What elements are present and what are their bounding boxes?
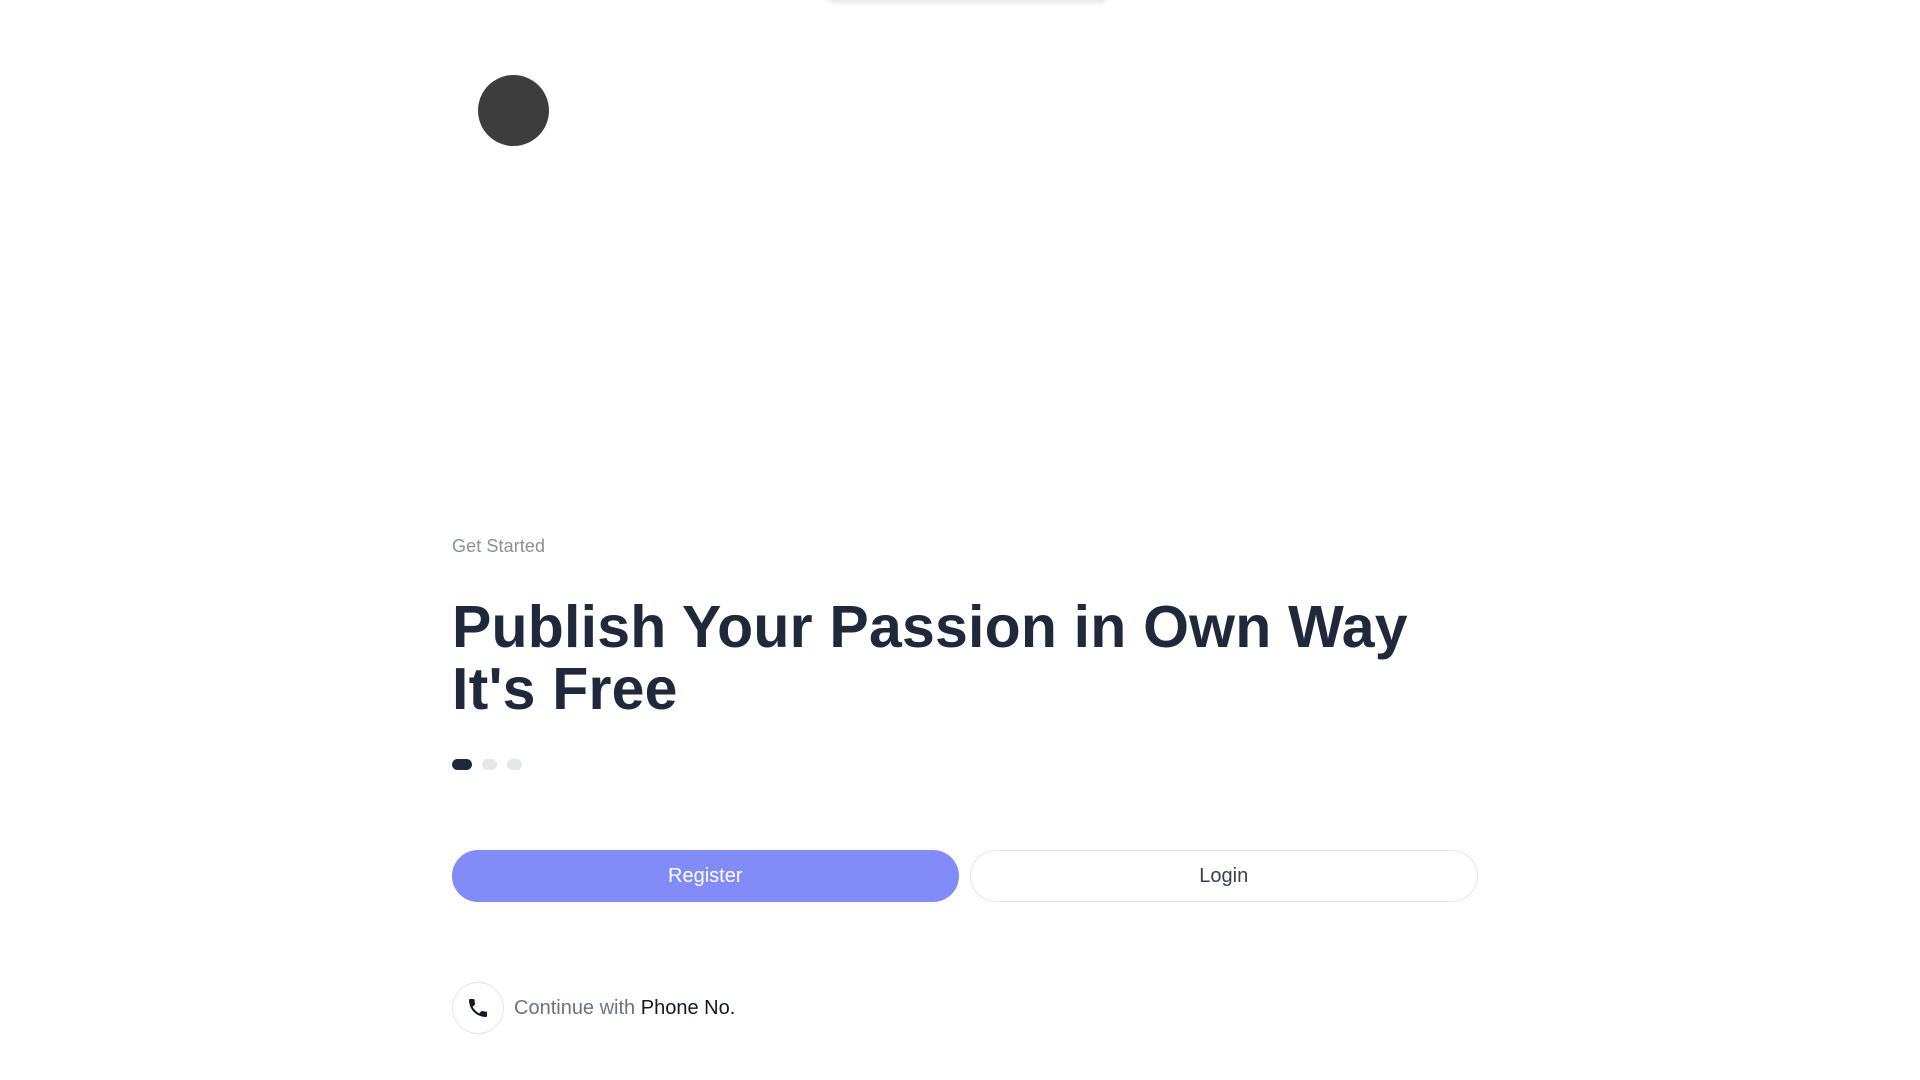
- page-title: Publish Your Passion in Own Way It's Fre…: [452, 596, 1478, 720]
- phone-label: Phone No.: [640, 996, 736, 1019]
- phone-icon-button[interactable]: [452, 982, 504, 1034]
- eyebrow-label: Get Started: [452, 536, 546, 556]
- carousel-dot-1[interactable]: [452, 759, 472, 770]
- carousel-dot-2[interactable]: [482, 759, 497, 770]
- carousel-indicators: [452, 759, 522, 770]
- onboarding-container: Get Started Publish Your Passion in Own …: [452, 0, 1478, 1080]
- title-line-1: Publish Your Passion in Own Way: [452, 594, 1408, 660]
- auth-buttons: Register Login: [452, 850, 1478, 902]
- login-button[interactable]: Login: [969, 850, 1478, 902]
- continue-with-phone[interactable]: Continue with Phone No.: [452, 982, 735, 1034]
- carousel-dot-3[interactable]: [507, 759, 522, 770]
- app-logo: [478, 75, 549, 146]
- title-line-2: It's Free: [452, 656, 678, 722]
- register-button[interactable]: Register: [452, 850, 959, 902]
- phone-icon: [469, 999, 487, 1017]
- phone-option-text[interactable]: Continue with Phone No.: [514, 997, 735, 1020]
- phone-prefix: Continue with: [514, 996, 636, 1019]
